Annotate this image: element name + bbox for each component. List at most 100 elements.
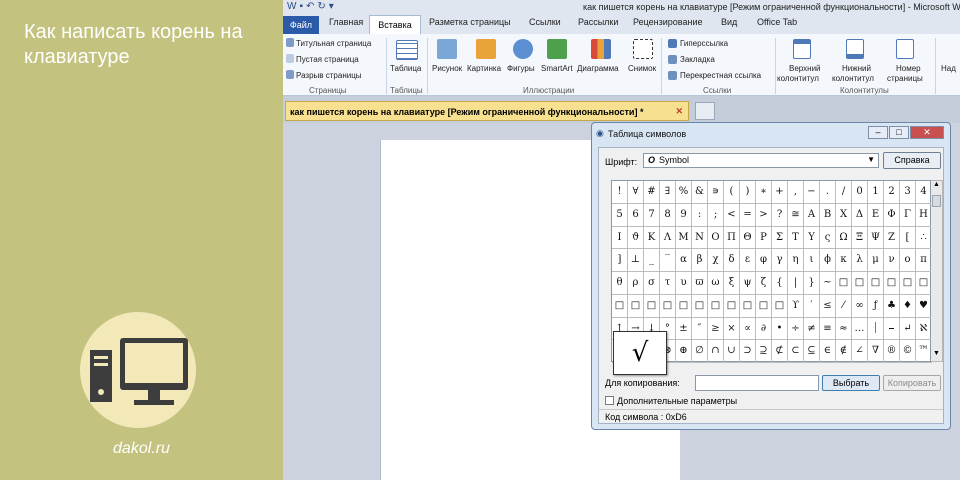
symbol-cell[interactable]: Ο	[708, 226, 724, 250]
symbol-cell[interactable]: ″	[692, 317, 708, 341]
symbol-cell[interactable]: ~	[820, 272, 836, 295]
symbol-cell[interactable]: ⁄	[836, 294, 852, 318]
symbol-cell[interactable]: ,	[788, 181, 804, 204]
symbol-cell[interactable]: •	[772, 317, 788, 341]
symbol-cell[interactable]: ⊕	[676, 340, 692, 363]
symbol-cell[interactable]: θ	[612, 272, 628, 295]
symbol-cell[interactable]: ™	[916, 340, 932, 363]
hyperlink-button[interactable]: Гиперссылка	[680, 39, 728, 48]
symbol-cell[interactable]: φ	[756, 249, 772, 272]
symbol-cell[interactable]: ∪	[724, 340, 740, 363]
scroll-up-icon[interactable]: ▲	[931, 181, 942, 192]
symbol-cell[interactable]: {	[772, 272, 788, 295]
symbol-cell[interactable]: □	[644, 294, 660, 318]
tab-office-tab[interactable]: Office Tab	[757, 17, 797, 27]
symbol-cell[interactable]: ϖ	[692, 272, 708, 295]
symbol-cell[interactable]: η	[788, 249, 804, 272]
symbol-cell[interactable]: ≤	[820, 294, 836, 318]
symbol-cell[interactable]: (	[724, 181, 740, 204]
picture-button[interactable]: Рисунок	[432, 64, 462, 73]
header-button-line2[interactable]: колонтитул	[777, 74, 819, 83]
symbol-cell[interactable]: κ	[836, 249, 852, 272]
symbol-cell[interactable]: Υ	[804, 226, 820, 250]
symbol-cell[interactable]: Α	[804, 203, 820, 227]
scroll-down-icon[interactable]: ▼	[931, 350, 942, 361]
symbol-cell[interactable]: γ	[772, 249, 788, 272]
symbol-cell[interactable]: Τ	[788, 226, 804, 250]
symbol-cell[interactable]: 9	[676, 203, 692, 227]
symbol-cell[interactable]: ®	[884, 340, 900, 363]
symbol-cell[interactable]: <	[724, 203, 740, 227]
symbol-cell[interactable]: □	[740, 294, 756, 318]
symbol-cell[interactable]: ©	[900, 340, 916, 363]
symbol-cell[interactable]: Δ	[852, 203, 868, 227]
symbol-cell[interactable]: ≥	[708, 317, 724, 341]
symbol-cell[interactable]: Ν	[692, 226, 708, 250]
symbol-cell[interactable]: ≡	[820, 317, 836, 341]
symbol-cell[interactable]: ς	[820, 226, 836, 250]
symbol-cell[interactable]: ≈	[836, 317, 852, 341]
symbol-cell[interactable]: ]	[612, 249, 628, 272]
symbol-cell[interactable]: ∉	[836, 340, 852, 363]
grid-scrollbar[interactable]: ▲ ▼	[931, 180, 943, 362]
symbol-cell[interactable]: /	[836, 181, 852, 204]
symbol-cell[interactable]: λ	[852, 249, 868, 272]
symbol-cell[interactable]: ϑ	[628, 226, 644, 250]
symbol-cell[interactable]: Ξ	[852, 226, 868, 250]
page-number-line2[interactable]: страницы	[887, 74, 923, 83]
redo-icon[interactable]: ↻	[317, 1, 328, 12]
tab-review[interactable]: Рецензирование	[633, 17, 703, 27]
symbol-cell[interactable]: ⎯	[884, 317, 900, 341]
symbol-cell[interactable]: ∀	[628, 181, 644, 204]
symbol-cell[interactable]: □	[724, 294, 740, 318]
symbol-cell[interactable]: □	[916, 272, 932, 295]
symbol-cell[interactable]: ↵	[900, 317, 916, 341]
symbol-cell[interactable]: 1	[868, 181, 884, 204]
symbol-cell[interactable]: ⏐	[868, 317, 884, 341]
symbol-cell[interactable]: τ	[660, 272, 676, 295]
symbol-cell[interactable]: }	[804, 272, 820, 295]
symbol-cell[interactable]: ‾	[660, 249, 676, 272]
footer-button-line2[interactable]: колонтитул	[832, 74, 874, 83]
maximize-icon[interactable]: □	[889, 126, 909, 139]
symbol-cell[interactable]: ♣	[884, 294, 900, 318]
header-button-line1[interactable]: Верхний	[789, 64, 821, 73]
symbol-cell[interactable]: ?	[772, 203, 788, 227]
symbol-cell[interactable]: .	[820, 181, 836, 204]
copy-button[interactable]: Копировать	[883, 375, 941, 391]
symbol-cell[interactable]: □	[852, 272, 868, 295]
symbol-cell[interactable]: ∅	[692, 340, 708, 363]
tab-view[interactable]: Вид	[721, 17, 737, 27]
bookmark-button[interactable]: Закладка	[680, 55, 715, 64]
symbol-cell[interactable]: ≠	[804, 317, 820, 341]
advanced-checkbox[interactable]	[605, 396, 614, 405]
symbol-cell[interactable]: ⊥	[628, 249, 644, 272]
symbol-cell[interactable]: Κ	[644, 226, 660, 250]
symbol-cell[interactable]: □	[772, 294, 788, 318]
symbol-cell[interactable]: ε	[740, 249, 756, 272]
symbol-cell[interactable]: ξ	[724, 272, 740, 295]
symbol-cell[interactable]: Ψ	[868, 226, 884, 250]
symbol-cell[interactable]: Θ	[740, 226, 756, 250]
symbol-cell[interactable]: ′	[804, 294, 820, 318]
symbol-cell[interactable]: Β	[820, 203, 836, 227]
symbol-cell[interactable]: [	[900, 226, 916, 250]
screenshot-button[interactable]: Снимок	[628, 64, 656, 73]
symbol-cell[interactable]: ϕ	[820, 249, 836, 272]
symbol-cell[interactable]: )	[740, 181, 756, 204]
symbol-cell[interactable]: χ	[708, 249, 724, 272]
symbol-cell[interactable]: ϒ	[788, 294, 804, 318]
symbol-cell[interactable]: ÷	[788, 317, 804, 341]
tab-insert[interactable]: Вставка	[369, 15, 421, 35]
blank-page-button[interactable]: Пустая страница	[296, 55, 359, 64]
symbol-cell[interactable]: 8	[660, 203, 676, 227]
symbol-cell[interactable]: Λ	[660, 226, 676, 250]
symbol-cell[interactable]: ∩	[708, 340, 724, 363]
tab-file[interactable]: Файл	[283, 16, 319, 34]
symbol-cell[interactable]: ∴	[916, 226, 932, 250]
document-tab[interactable]: как пишется корень на клавиатуре [Режим …	[285, 101, 689, 121]
symbol-cell[interactable]: Ρ	[756, 226, 772, 250]
symbol-cell[interactable]: ρ	[628, 272, 644, 295]
symbol-cell[interactable]: Ι	[612, 226, 628, 250]
symbol-cell[interactable]: ψ	[740, 272, 756, 295]
